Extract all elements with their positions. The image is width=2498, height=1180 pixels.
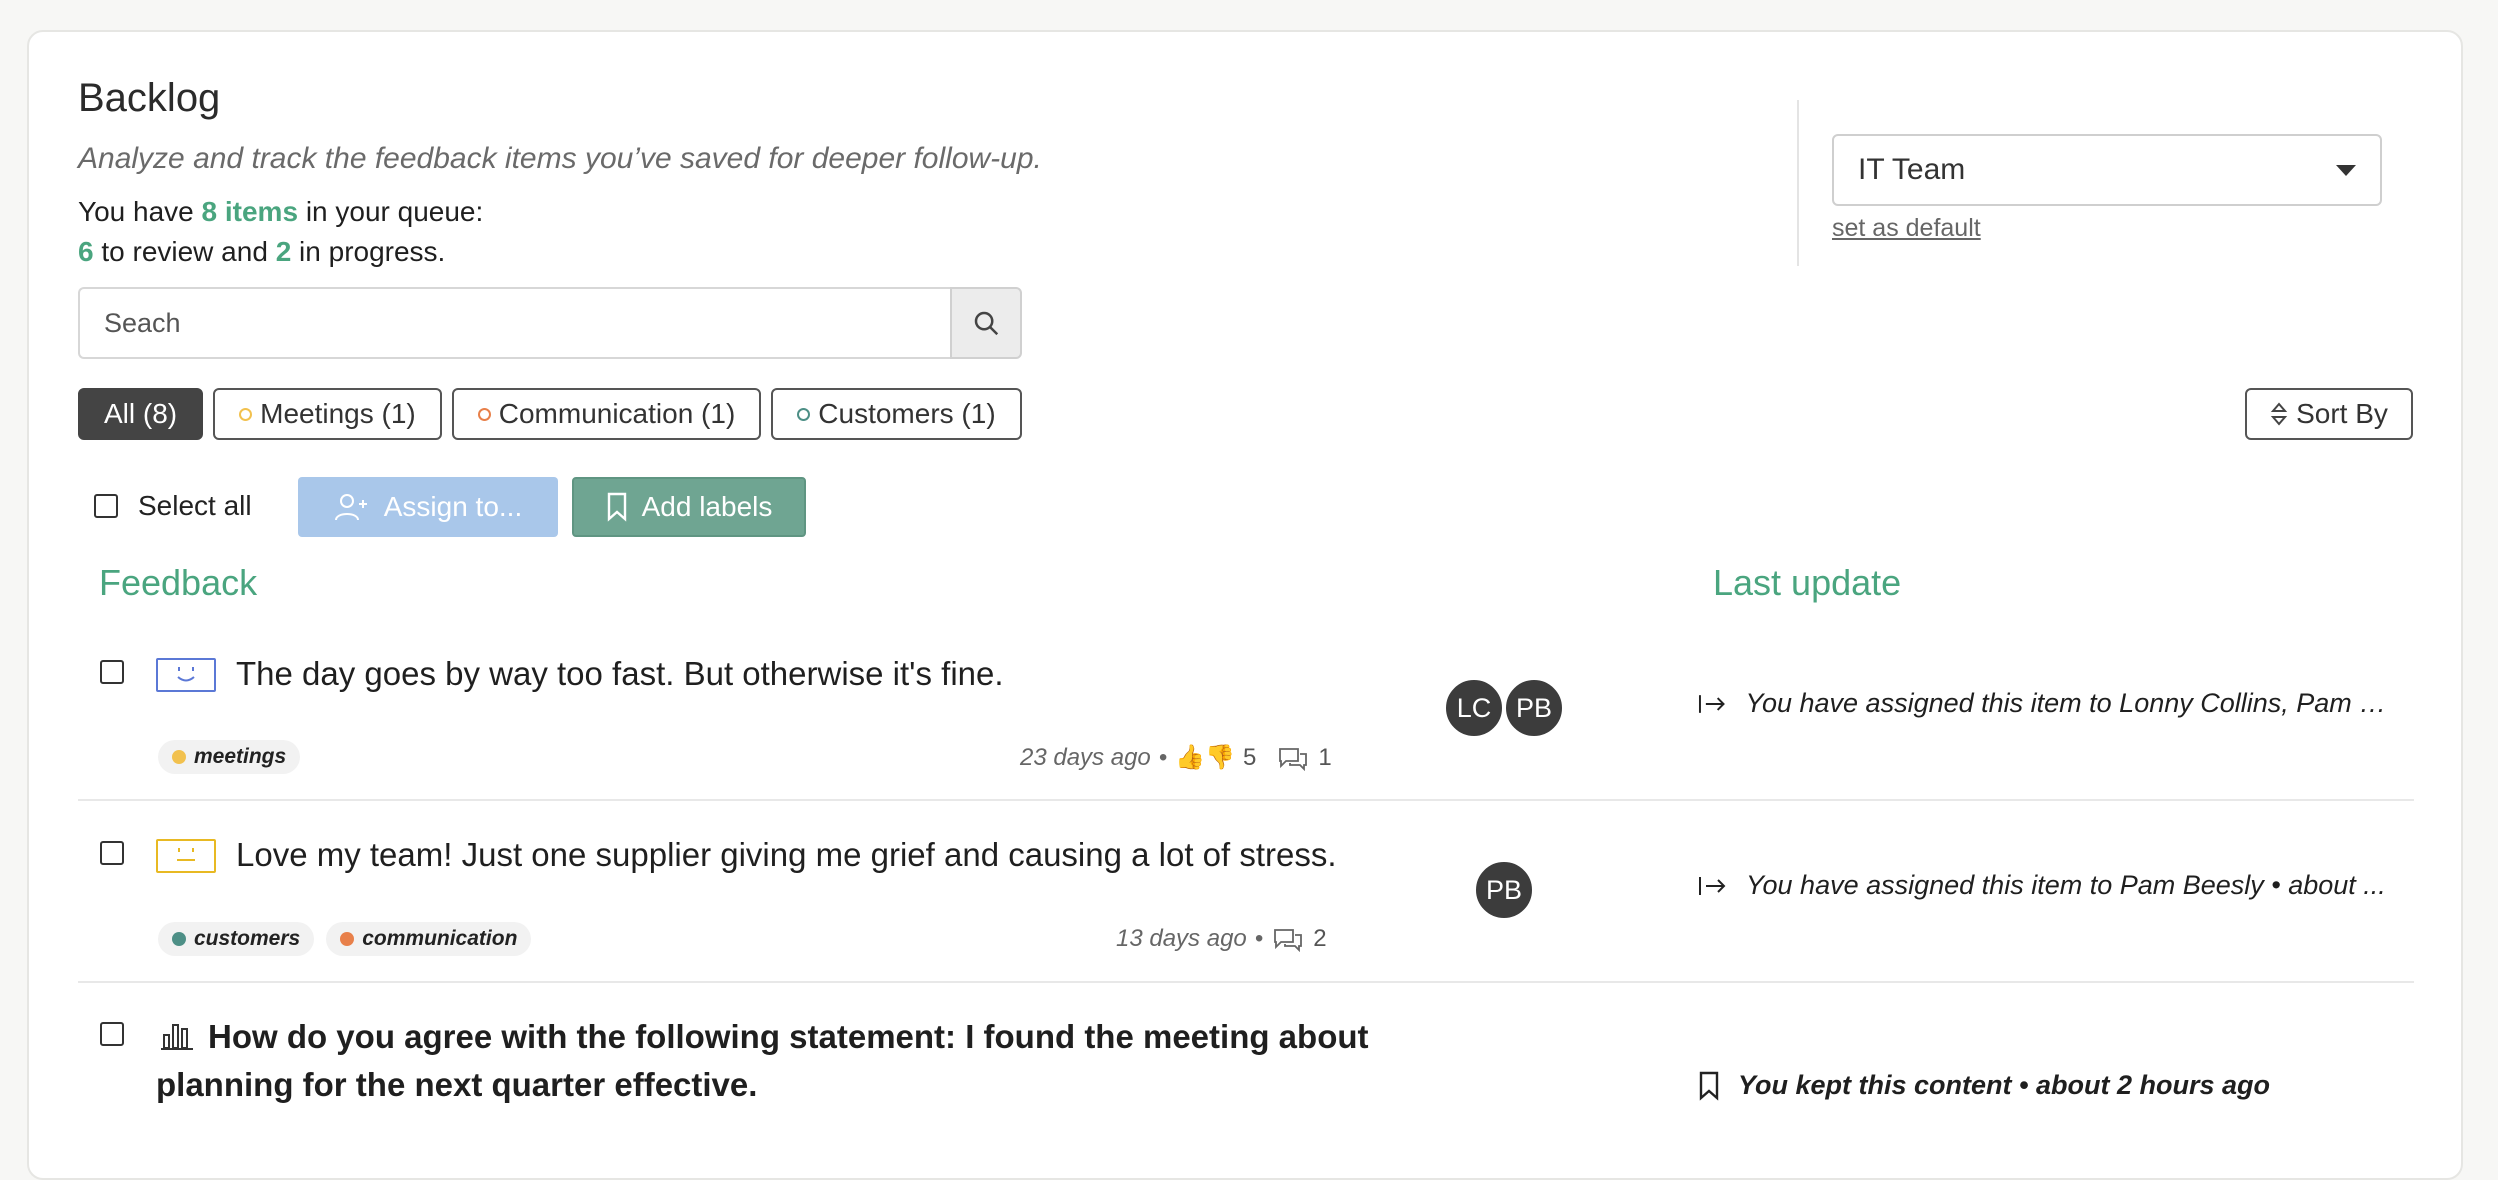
row-last-update: You kept this content • about 2 hours ag… <box>1698 1070 2388 1101</box>
search-button[interactable] <box>950 287 1022 359</box>
communication-dot-icon <box>477 407 491 421</box>
bookmark-icon <box>607 492 626 522</box>
avatar[interactable]: PB <box>1474 860 1534 920</box>
comment-icon <box>1279 747 1308 771</box>
page-subtitle: Analyze and track the feedback items you… <box>78 142 1042 175</box>
tag-list: meetings <box>158 740 301 774</box>
queue-summary: You have 8 items in your queue: <box>78 196 483 228</box>
separator-dot: • <box>1254 925 1264 952</box>
add-labels-button[interactable]: Add labels <box>572 477 806 537</box>
select-all-checkbox[interactable] <box>94 494 118 518</box>
progress-text: in progress. <box>299 236 446 267</box>
select-all[interactable]: Select all <box>94 490 252 522</box>
comment-count: 2 <box>1313 925 1327 952</box>
review-count: 6 <box>78 236 94 267</box>
feedback-text[interactable]: Love my team! Just one supplier giving m… <box>236 836 1337 874</box>
tag-dot-icon <box>172 932 186 946</box>
row-age: 23 days ago <box>1020 743 1151 771</box>
filter-meetings[interactable]: Meetings (1) <box>213 388 442 440</box>
row-meta: 23 days ago • 👍👎 5 1 <box>1020 743 1332 772</box>
tag-label: communication <box>362 927 518 950</box>
meetings-dot-icon <box>239 407 253 421</box>
chevron-down-icon <box>2336 164 2356 176</box>
row-checkbox[interactable] <box>100 841 124 865</box>
comment-count: 1 <box>1318 743 1332 771</box>
tag-list: customers communication <box>158 922 532 956</box>
sort-button[interactable]: Sort By <box>2245 388 2413 440</box>
filter-customers[interactable]: Customers (1) <box>771 388 1022 440</box>
filter-all[interactable]: All (8) <box>78 388 204 440</box>
tag-dot-icon <box>172 750 186 764</box>
row-meta: 13 days ago • 2 <box>1116 925 1327 953</box>
row-checkbox[interactable] <box>100 1022 124 1046</box>
queue-status: 6 to review and 2 in progress. <box>78 236 445 268</box>
queue-suffix: in your queue: <box>305 196 484 227</box>
row-divider <box>78 981 2414 983</box>
avatar[interactable]: LC <box>1444 678 1504 738</box>
sort-label: Sort By <box>2296 398 2388 429</box>
progress-count: 2 <box>275 236 292 267</box>
row-last-update: You have assigned this item to Lonny Col… <box>1698 688 2388 719</box>
filter-label: All (8) <box>104 398 178 429</box>
thumbs-icon: 👍👎 <box>1175 744 1235 771</box>
add-labels-label: Add labels <box>641 491 773 522</box>
tag-meetings[interactable]: meetings <box>158 740 301 774</box>
review-text: to review and <box>101 236 268 267</box>
row-last-update: You have assigned this item to Pam Beesl… <box>1698 870 2388 901</box>
feedback-text-continued[interactable]: planning for the next quarter effective. <box>156 1066 757 1104</box>
filter-chips: All (8) Meetings (1) Communication (1) C… <box>78 388 1022 440</box>
row-checkbox[interactable] <box>100 660 124 684</box>
header-divider <box>1797 100 1799 266</box>
select-all-label: Select all <box>138 490 252 521</box>
tag-label: customers <box>194 927 301 950</box>
filter-communication[interactable]: Communication (1) <box>451 388 762 440</box>
assign-arrow-icon <box>1698 694 1725 713</box>
filter-label: Customers (1) <box>818 398 996 429</box>
search-input[interactable] <box>78 287 952 359</box>
separator-dot: • <box>1158 743 1168 771</box>
sort-icon <box>2270 402 2288 426</box>
page-title: Backlog <box>78 76 221 120</box>
assign-arrow-icon <box>1699 876 1726 895</box>
assign-button[interactable]: Assign to... <box>298 477 558 537</box>
queue-items-count: 8 items <box>201 196 299 227</box>
bar-chart-icon <box>161 1024 193 1050</box>
tag-dot-icon <box>340 932 355 946</box>
team-select[interactable]: IT Team <box>1832 134 2382 206</box>
neutral-face-icon <box>156 839 216 873</box>
happy-face-icon <box>156 658 216 692</box>
feedback-text[interactable]: How do you agree with the following stat… <box>208 1018 1369 1056</box>
avatar[interactable]: PB <box>1504 678 1564 738</box>
set-default-link[interactable]: set as default <box>1832 214 1981 243</box>
reaction-count: 5 <box>1242 743 1257 771</box>
row-age: 13 days ago <box>1116 925 1247 952</box>
tag-communication[interactable]: communication <box>326 922 532 956</box>
column-feedback: Feedback <box>99 562 258 603</box>
feedback-text[interactable]: The day goes by way too fast. But otherw… <box>236 655 1004 693</box>
comment-icon <box>1274 929 1303 952</box>
update-text: You kept this content • about 2 hours ag… <box>1738 1070 2270 1100</box>
update-text: You have assigned this item to Pam Beesl… <box>1746 870 2386 900</box>
team-select-value: IT Team <box>1858 153 1966 186</box>
queue-prefix: You have <box>78 196 194 227</box>
search-icon <box>974 311 999 336</box>
add-user-icon <box>334 494 367 521</box>
customers-dot-icon <box>797 407 811 421</box>
row-divider <box>78 799 2414 801</box>
assign-label: Assign to... <box>383 491 523 522</box>
update-text: You have assigned this item to Lonny Col… <box>1745 688 2388 718</box>
tag-label: meetings <box>194 745 287 768</box>
tag-customers[interactable]: customers <box>158 922 315 956</box>
filter-label: Communication (1) <box>498 398 736 429</box>
search-bar <box>78 287 1022 359</box>
filter-label: Meetings (1) <box>260 398 416 429</box>
column-last-update: Last update <box>1713 562 1902 603</box>
bookmark-icon <box>1699 1071 1719 1101</box>
